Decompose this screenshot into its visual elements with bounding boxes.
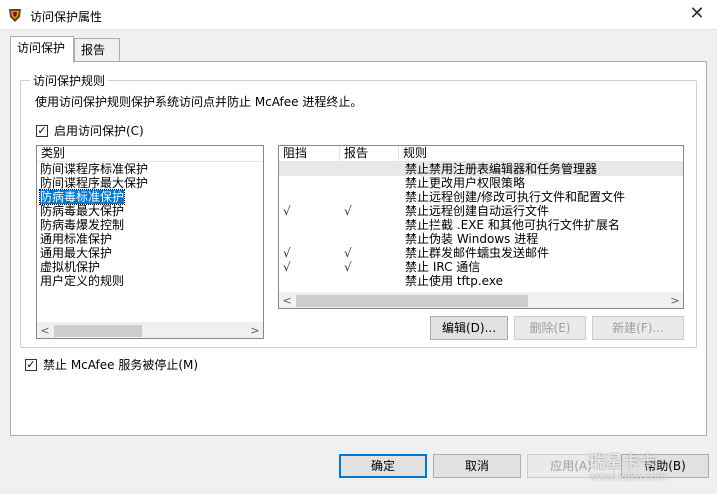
rule-row[interactable]: √ √ 禁止远程创建自动运行文件 xyxy=(279,204,683,218)
category-item[interactable]: 防病毒最大保护 xyxy=(37,204,263,218)
groupbox-title: 访问保护规则 xyxy=(30,72,109,89)
scroll-thumb[interactable] xyxy=(54,325,142,337)
rule-block-cell xyxy=(279,162,340,176)
report-column-header[interactable]: 报告 xyxy=(340,146,399,161)
rule-rule-cell: 禁止 IRC 通信 xyxy=(405,260,481,274)
rule-rule-cell: 禁止伪装 Windows 进程 xyxy=(405,232,539,246)
category-item-label: 防间谍程序最大保护 xyxy=(40,176,149,190)
rule-report-cell xyxy=(340,232,399,246)
rule-block-cell xyxy=(279,190,340,204)
category-item-label: 用户定义的规则 xyxy=(40,274,125,288)
rule-row[interactable]: √ √ 禁止 IRC 通信 xyxy=(279,260,683,274)
tab-label: 报告 xyxy=(81,43,106,57)
rule-report-cell xyxy=(340,162,399,176)
enable-protection-checkbox[interactable]: ✓ 启用访问保护(C) xyxy=(36,122,144,139)
rule-rule-cell: 禁止使用 tftp.exe xyxy=(405,274,503,288)
rule-block-cell: √ xyxy=(283,246,291,260)
stop-service-checkbox[interactable]: ✓ 禁止 McAfee 服务被停止(M) xyxy=(25,356,198,373)
rules-header: 阻挡 报告 规则 xyxy=(279,146,683,162)
title-bar: 访问保护属性 ✕ xyxy=(0,0,717,30)
check-icon: ✓ xyxy=(26,357,36,371)
close-button[interactable]: ✕ xyxy=(677,0,717,30)
category-header: 类别 xyxy=(37,146,263,162)
rule-report-cell: √ xyxy=(344,260,352,274)
enable-protection-label: 启用访问保护(C) xyxy=(54,124,144,138)
edit-rule-button[interactable]: 编辑(D)... xyxy=(430,316,508,340)
rule-row[interactable]: 禁止禁用注册表编辑器和任务管理器 xyxy=(279,162,683,176)
category-item[interactable]: 防病毒标准保护 xyxy=(37,189,263,205)
checkbox-box[interactable]: ✓ xyxy=(36,123,48,137)
rule-row[interactable]: 禁止远程创建/修改可执行文件和配置文件 xyxy=(279,190,683,204)
tab-access-protection[interactable]: 访问保护 xyxy=(10,36,74,63)
category-item-label: 防病毒最大保护 xyxy=(40,204,125,218)
category-item[interactable]: 通用标准保护 xyxy=(37,232,263,246)
rules-listview[interactable]: 阻挡 报告 规则 禁止禁用注册表编辑器和任务管理器 禁止更改用户权限策略 禁止远程创… xyxy=(278,145,684,309)
rules-hscrollbar[interactable]: < > xyxy=(279,292,683,308)
stop-service-label: 禁止 McAfee 服务被停止(M) xyxy=(43,358,199,372)
scroll-right-icon[interactable]: > xyxy=(667,293,683,309)
rule-block-cell xyxy=(279,218,340,232)
block-column-header[interactable]: 阻挡 xyxy=(279,146,340,161)
category-list: 防间谍程序标准保护 防间谍程序最大保护 防病毒标准保护 防病毒最大保护 防病毒爆发控制通… xyxy=(37,162,263,288)
close-icon: ✕ xyxy=(689,3,705,24)
ok-button[interactable]: 确定 xyxy=(339,454,427,478)
category-item-label: 防病毒爆发控制 xyxy=(40,218,125,232)
rule-rule-cell: 禁止更改用户权限策略 xyxy=(405,176,526,190)
rule-rule-cell: 禁止群发邮件蠕虫发送邮件 xyxy=(405,246,550,260)
category-item-label: 防病毒标准保护 xyxy=(38,189,126,205)
rule-report-cell: √ xyxy=(344,246,352,260)
window-title: 访问保护属性 xyxy=(30,10,103,24)
category-item[interactable]: 通用最大保护 xyxy=(37,246,263,260)
watermark: 瑞星卡卡 www.ikaka.com xyxy=(589,448,709,488)
delete-rule-button[interactable]: 删除(E) xyxy=(514,316,586,340)
group-description: 使用访问保护规则保护系统访问点并防止 McAfee 进程终止。 xyxy=(35,95,363,109)
cancel-button[interactable]: 取消 xyxy=(433,454,521,478)
category-item[interactable]: 防间谍程序最大保护 xyxy=(37,176,263,190)
check-icon: ✓ xyxy=(37,123,47,137)
rule-report-cell xyxy=(340,218,399,232)
category-item-label: 虚拟机保护 xyxy=(40,260,101,274)
checkbox-box[interactable]: ✓ xyxy=(25,357,37,371)
new-rule-button[interactable]: 新建(F)... xyxy=(592,316,684,340)
category-item[interactable]: 虚拟机保护 xyxy=(37,260,263,274)
mcafee-shield-icon xyxy=(9,9,21,22)
rule-report-cell: √ xyxy=(344,204,352,218)
rule-row[interactable]: 禁止拦截 .EXE 和其他可执行文件扩展名 xyxy=(279,218,683,232)
category-item[interactable]: 防间谍程序标准保护 xyxy=(37,162,263,176)
rule-report-cell xyxy=(340,190,399,204)
scroll-left-icon[interactable]: < xyxy=(37,323,53,339)
tab-label: 访问保护 xyxy=(17,41,66,55)
category-column-header[interactable]: 类别 xyxy=(37,146,263,161)
rule-report-cell xyxy=(340,274,399,288)
rule-rule-cell: 禁止拦截 .EXE 和其他可执行文件扩展名 xyxy=(405,218,620,232)
rule-row[interactable]: 禁止更改用户权限策略 xyxy=(279,176,683,190)
category-item[interactable]: 用户定义的规则 xyxy=(37,274,263,288)
rule-report-cell xyxy=(340,176,399,190)
scroll-right-icon[interactable]: > xyxy=(247,323,263,339)
rule-block-cell xyxy=(279,274,340,288)
category-hscrollbar[interactable]: < > xyxy=(37,322,263,338)
category-item-label: 通用标准保护 xyxy=(40,232,113,246)
rule-rule-cell: 禁止禁用注册表编辑器和任务管理器 xyxy=(405,162,598,176)
watermark-title: 瑞星卡卡 xyxy=(589,452,658,471)
rule-row[interactable]: 禁止伪装 Windows 进程 xyxy=(279,232,683,246)
rule-column-header[interactable]: 规则 xyxy=(399,146,683,161)
scroll-thumb[interactable] xyxy=(296,295,528,307)
rule-block-cell xyxy=(279,176,340,190)
category-item-label: 通用最大保护 xyxy=(40,246,113,260)
tab-report[interactable]: 报告 xyxy=(74,38,120,62)
rule-block-cell xyxy=(279,232,340,246)
rule-block-cell: √ xyxy=(283,260,291,274)
rule-row[interactable]: √ √ 禁止群发邮件蠕虫发送邮件 xyxy=(279,246,683,260)
rules-list: 禁止禁用注册表编辑器和任务管理器 禁止更改用户权限策略 禁止远程创建/修改可执行文件… xyxy=(279,162,683,288)
rule-row[interactable]: 禁止使用 tftp.exe xyxy=(279,274,683,288)
rule-rule-cell: 禁止远程创建自动运行文件 xyxy=(405,204,550,218)
rule-block-cell: √ xyxy=(283,204,291,218)
rule-rule-cell: 禁止远程创建/修改可执行文件和配置文件 xyxy=(405,190,626,204)
category-item-label: 防间谍程序标准保护 xyxy=(40,162,149,176)
category-listbox[interactable]: 类别 防间谍程序标准保护 防间谍程序最大保护 防病毒标准保护 防病毒最大保护 防病毒爆发… xyxy=(36,145,264,339)
watermark-url: www.ikaka.com xyxy=(589,472,667,483)
scroll-left-icon[interactable]: < xyxy=(279,293,295,309)
category-item[interactable]: 防病毒爆发控制 xyxy=(37,218,263,232)
